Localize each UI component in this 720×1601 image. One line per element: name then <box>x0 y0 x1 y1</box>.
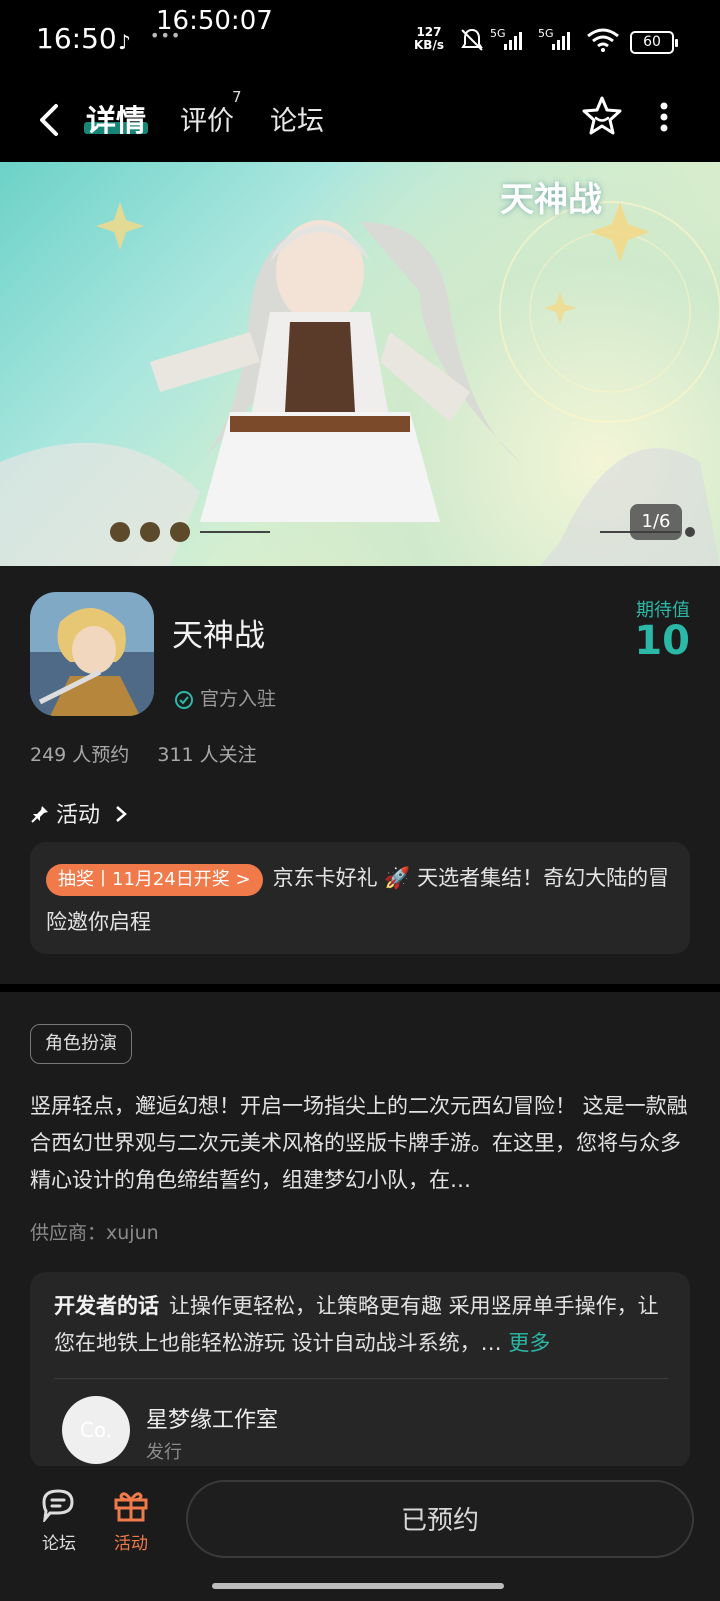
signal-5g-icon: 5G <box>490 27 522 50</box>
status-bar: 16:50 ♪ ••• 16:50:07 127 KB/s 5G 5G 60 <box>0 0 720 80</box>
tiktok-icon: ♪ <box>118 30 131 54</box>
app-name: 天神战 <box>172 618 265 654</box>
card-divider <box>54 1378 668 1379</box>
tab-forum[interactable]: 论坛 <box>270 99 324 138</box>
chevron-right-icon <box>116 806 127 822</box>
chat-bubble-icon <box>42 1489 74 1524</box>
home-indicator[interactable] <box>212 1583 504 1589</box>
screenshot-carousel[interactable]: 天神战 <box>0 162 720 566</box>
supplier-label: 供应商：xujun <box>30 1222 159 1244</box>
more-options-icon[interactable] <box>656 100 672 134</box>
forum-nav-button[interactable]: 论坛 <box>24 1488 94 1554</box>
game-description[interactable]: 竖屏轻点，邂逅幻想！开启一场指尖上的二次元西幻冒险！ 这是一款融合西幻世界观与二… <box>30 1088 690 1199</box>
review-count-badge: 7 <box>232 88 242 106</box>
status-time: 16:50 <box>36 22 117 55</box>
tab-details[interactable]: 详情 <box>86 96 146 140</box>
network-speed: 127 KB/s <box>414 25 444 52</box>
activity-card[interactable]: 抽奖丨11月24日开奖 > 京东卡好礼 🚀 天选者集结！奇幻大陆的冒险邀你启程 <box>30 842 690 954</box>
more-link[interactable]: 更多 <box>508 1331 550 1355</box>
favorite-star-icon[interactable] <box>580 94 624 138</box>
battery-indicator: 60 <box>630 31 678 54</box>
carousel-counter: 1/6 <box>630 504 682 540</box>
studio-name[interactable]: 星梦缘工作室 <box>146 1402 278 1434</box>
game-stats: 249 人预约 311 人关注 <box>30 740 279 767</box>
game-logo: 天神战 <box>500 180 602 220</box>
developer-card[interactable]: 开发者的话 让操作更轻松，让策略更有趣 采用竖屏单手操作，让您在地铁上也能轻松游玩… <box>30 1272 690 1468</box>
banner-artwork <box>0 201 720 566</box>
reservation-count: 249 人预约 <box>30 744 130 766</box>
signal-5g-icon: 5G <box>538 27 570 50</box>
studio-avatar: Co. <box>62 1396 130 1464</box>
overlay-clock: 16:50:07 <box>156 6 273 36</box>
genre-tag[interactable]: 角色扮演 <box>30 1024 132 1064</box>
tab-reviews[interactable]: 评价 <box>180 99 234 138</box>
activity-heading[interactable]: 活动 <box>30 797 129 829</box>
pin-icon <box>31 806 48 823</box>
gift-icon <box>114 1492 148 1522</box>
section-divider <box>0 984 720 992</box>
svg-text:5G: 5G <box>490 27 506 40</box>
activity-nav-button[interactable]: 活动 <box>96 1488 166 1554</box>
wifi-icon <box>587 28 619 52</box>
lottery-pill[interactable]: 抽奖丨11月24日开奖 > <box>46 864 263 896</box>
check-circle-icon <box>175 690 193 709</box>
developer-words-title: 开发者的话 <box>54 1294 159 1318</box>
back-arrow-icon[interactable] <box>36 102 64 138</box>
reserved-button[interactable]: 已预约 <box>186 1480 694 1558</box>
studio-role: 发行 <box>146 1442 182 1463</box>
svg-text:5G: 5G <box>538 27 554 40</box>
expectation-value: 10 <box>634 618 690 664</box>
app-icon <box>30 592 154 716</box>
bell-muted-icon <box>461 28 483 51</box>
follower-count: 311 人关注 <box>157 744 257 766</box>
official-badge: 官方入驻 <box>174 684 276 711</box>
